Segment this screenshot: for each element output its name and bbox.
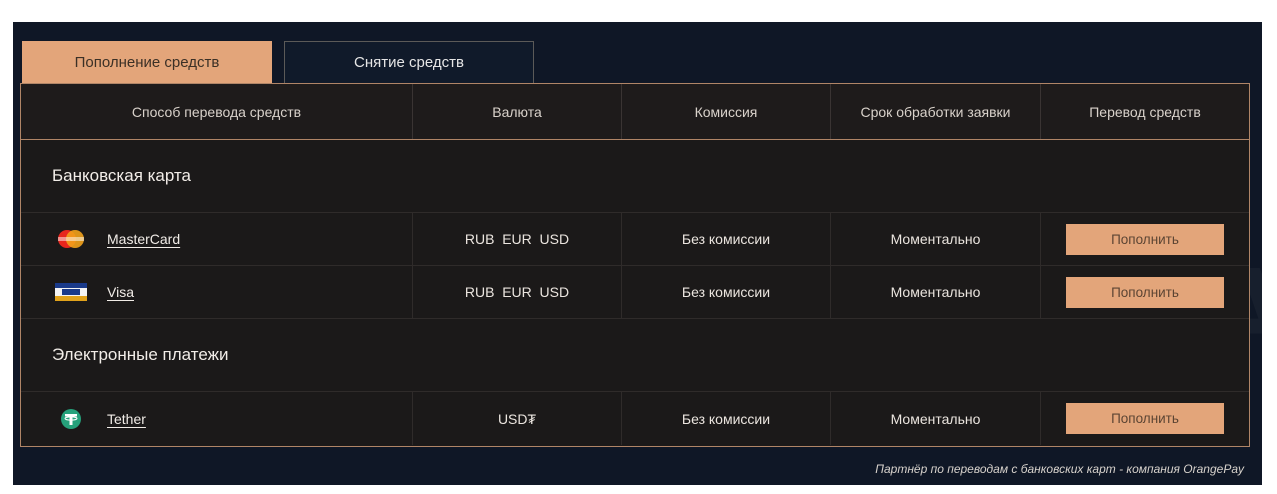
time-cell: Моментально: [831, 213, 1041, 265]
action-cell: Пополнить: [1041, 266, 1249, 318]
mastercard-icon: [58, 230, 84, 248]
table-row: MasterCard RUB EUR USD Без комиссии Моме…: [21, 213, 1249, 266]
header-currency: Валюта: [413, 84, 622, 139]
deposit-button-mastercard[interactable]: Пополнить: [1066, 223, 1224, 255]
method-link-visa[interactable]: Visa: [107, 284, 134, 300]
method-cell: Tether: [21, 392, 413, 445]
table-row: Tether USD₮ Без комиссии Моментально Поп…: [21, 392, 1249, 445]
action-cell: Пополнить: [1041, 213, 1249, 265]
partner-footnote: Партнёр по переводам с банковских карт -…: [875, 462, 1244, 476]
table-row: Visa RUB EUR USD Без комиссии Моментальн…: [21, 266, 1249, 319]
currency-cell: USD₮: [413, 392, 622, 445]
fee-cell: Без комиссии: [622, 392, 831, 445]
table-header: Способ перевода средств Валюта Комиссия …: [21, 84, 1249, 140]
payment-panel: BROKER TRIBUNAL Пополнение средств Сняти…: [13, 22, 1262, 485]
method-link-mastercard[interactable]: MasterCard: [107, 231, 180, 247]
tether-icon: [61, 408, 81, 429]
header-method: Способ перевода средств: [21, 84, 413, 139]
fee-cell: Без комиссии: [622, 266, 831, 318]
visa-icon: [55, 283, 87, 301]
method-cell: Visa: [21, 266, 413, 318]
fee-cell: Без комиссии: [622, 213, 831, 265]
deposit-button-tether[interactable]: Пополнить: [1066, 403, 1224, 434]
tab-deposit[interactable]: Пополнение средств: [22, 41, 272, 83]
section-title-bank-card: Банковская карта: [21, 140, 1249, 213]
tab-withdrawal[interactable]: Снятие средств: [284, 41, 534, 83]
header-transfer: Перевод средств: [1089, 103, 1201, 120]
time-cell: Моментально: [831, 266, 1041, 318]
deposit-button-visa[interactable]: Пополнить: [1066, 276, 1224, 308]
section-title-e-payments: Электронные платежи: [21, 319, 1249, 392]
action-cell: Пополнить: [1041, 392, 1249, 445]
header-fee: Комиссия: [622, 84, 831, 139]
time-cell: Моментально: [831, 392, 1041, 445]
payment-methods-table: Способ перевода средств Валюта Комиссия …: [20, 83, 1250, 447]
currency-cell: RUB EUR USD: [413, 213, 622, 265]
header-processing-time: Срок обработки заявки: [831, 84, 1041, 139]
tab-bar: Пополнение средств Снятие средств: [22, 41, 534, 83]
method-cell: MasterCard: [21, 213, 413, 265]
method-link-tether[interactable]: Tether: [107, 411, 146, 427]
currency-cell: RUB EUR USD: [413, 266, 622, 318]
